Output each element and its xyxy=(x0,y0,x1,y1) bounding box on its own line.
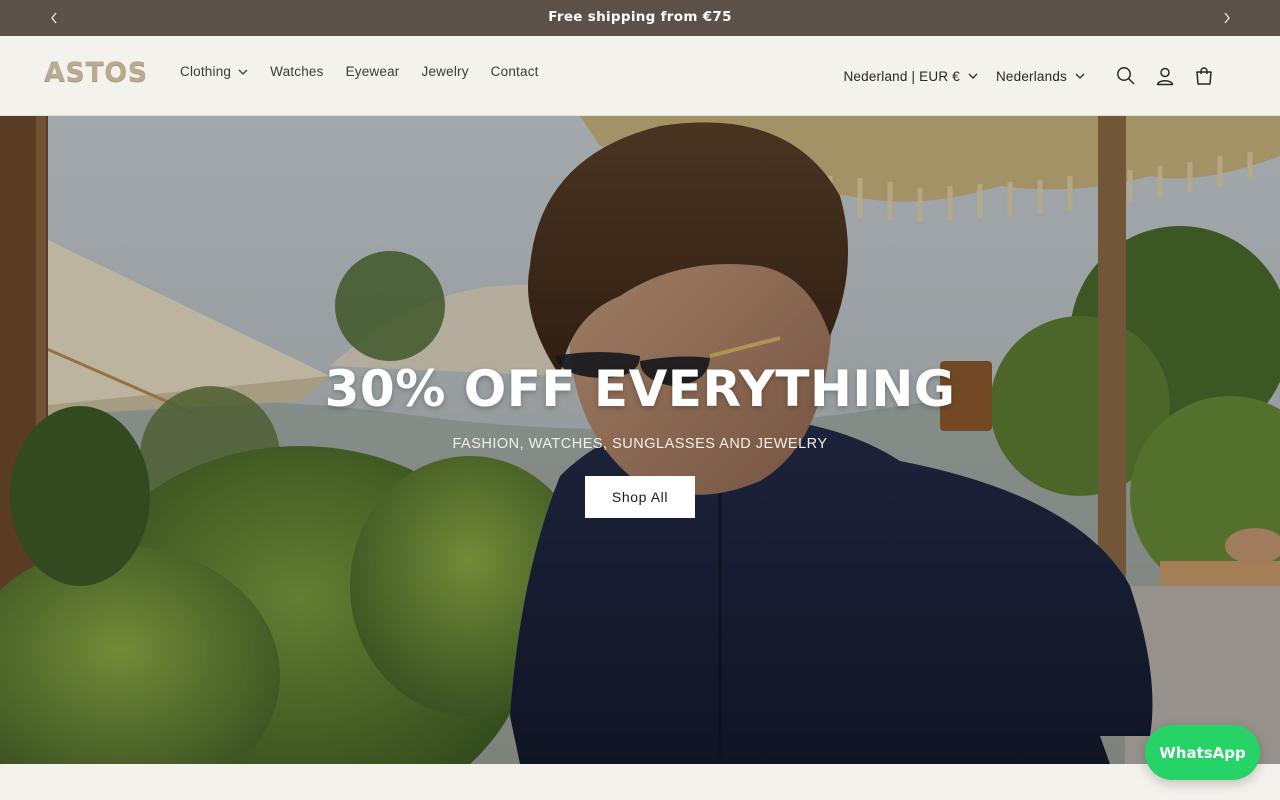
header-tools: Nederland | EUR € Nederlands xyxy=(843,60,1220,92)
nav-item-clothing[interactable]: Clothing xyxy=(180,64,248,79)
country-selector[interactable]: Nederland | EUR € xyxy=(843,68,978,84)
hero-content: 30% OFF EVERYTHING FASHION, WATCHES, SUN… xyxy=(0,360,1280,518)
hero-title: 30% OFF EVERYTHING xyxy=(324,360,956,418)
announcement-next-button[interactable] xyxy=(1215,6,1239,30)
nav-item-label: Eyewear xyxy=(345,64,400,79)
nav-item-contact[interactable]: Contact xyxy=(491,64,539,79)
whatsapp-button[interactable]: WhatsApp xyxy=(1145,725,1260,780)
main-nav: Clothing Watches Eyewear Jewelry Contact xyxy=(180,64,561,79)
nav-item-jewelry[interactable]: Jewelry xyxy=(422,64,469,79)
nav-item-watches[interactable]: Watches xyxy=(270,64,323,79)
search-icon xyxy=(1117,67,1135,85)
announcement-bar: Free shipping from €75 xyxy=(0,0,1280,36)
chevron-down-icon xyxy=(238,69,248,75)
nav-item-label: Clothing xyxy=(180,64,232,79)
section-divider xyxy=(0,764,1280,800)
account-icon xyxy=(1156,67,1174,86)
nav-item-label: Contact xyxy=(490,64,539,79)
logo[interactable]: ASTOS xyxy=(44,57,148,88)
nav-item-eyewear[interactable]: Eyewear xyxy=(346,64,400,79)
cart-icon xyxy=(1196,67,1212,85)
chevron-down-icon xyxy=(968,73,978,79)
site-header: ASTOS Clothing Watches Eyewear Jewelry C… xyxy=(0,36,1280,116)
announcement-message: Free shipping from €75 xyxy=(548,9,732,25)
nav-item-label: Watches xyxy=(270,64,324,79)
language-selector-label: Nederlands xyxy=(995,68,1067,84)
search-button[interactable] xyxy=(1110,60,1142,92)
cart-button[interactable] xyxy=(1188,60,1220,92)
chevron-right-icon xyxy=(1224,12,1230,24)
language-selector[interactable]: Nederlands xyxy=(996,69,1085,84)
account-button[interactable] xyxy=(1149,60,1181,92)
country-selector-label: Nederland | EUR € xyxy=(843,68,960,84)
nav-item-label: Jewelry xyxy=(421,64,469,79)
hero-subtitle: FASHION, WATCHES, SUNGLASSES AND JEWELRY xyxy=(452,436,828,452)
shop-all-button[interactable]: Shop All xyxy=(585,476,695,518)
hero-banner: 30% OFF EVERYTHING FASHION, WATCHES, SUN… xyxy=(0,116,1280,764)
chevron-down-icon xyxy=(1075,73,1085,79)
